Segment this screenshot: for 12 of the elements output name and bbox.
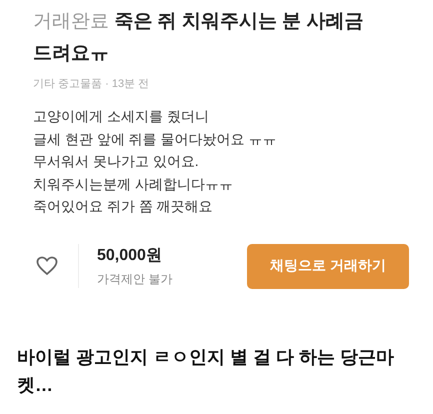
listing-title: 거래완료 죽은 쥐 치워주시는 분 사례금 드려요ㅠ [33,10,364,66]
price: 50,000원 [97,246,163,266]
heart-icon[interactable] [36,256,58,276]
description-line: 치워주시는분께 사례합니다ㅠㅠ [33,174,234,194]
chat-button[interactable]: 채팅으로 거래하기 [247,244,409,288]
description-line: 글세 현관 앞에 쥐를 물어다놨어요 ㅠㅠ [33,130,278,148]
price-note: 가격제안 불가 [97,270,174,288]
listing-meta: 기타 중고물품 · 13분 전 [33,77,150,91]
description-line: 무서워서 못나가고 있어요. [33,152,200,171]
description-line: 고양이에게 소세지를 줬더니 [33,107,210,126]
caption: 바이럴 광고인지 ㄹㅇ인지 별 걸 다 하는 당근마켓… [17,346,396,396]
description-line: 죽어있어요 쥐가 쫌 깨끗해요 [33,197,214,216]
